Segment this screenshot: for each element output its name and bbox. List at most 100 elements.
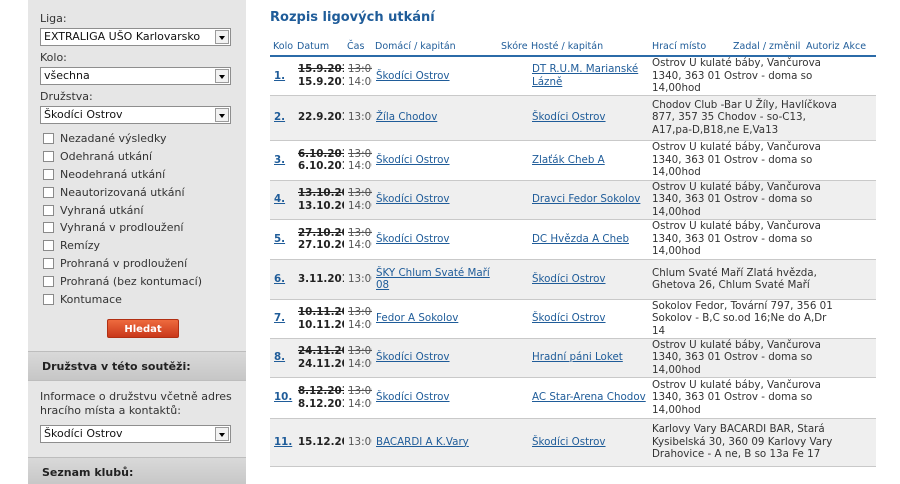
filter-unauthorized[interactable]: Neautorizovaná utkání xyxy=(40,183,234,201)
home-team-link[interactable]: Škodíci Ostrov xyxy=(376,351,450,363)
kolo-cell: 6. xyxy=(270,259,294,300)
match-date: 15.9.2013 xyxy=(298,75,344,88)
filter-forfeits[interactable]: Kontumace xyxy=(40,290,234,308)
home-team-link[interactable]: Žíla Chodov xyxy=(376,111,437,123)
home-team-link[interactable]: Škodíci Ostrov xyxy=(376,193,450,205)
home-team-link[interactable]: Škodíci Ostrov xyxy=(376,391,450,403)
chevron-down-icon[interactable] xyxy=(215,108,229,122)
col-home[interactable]: Domácí / kapitán xyxy=(372,37,498,57)
col-score[interactable]: Skóre xyxy=(498,37,528,57)
col-guest[interactable]: Hosté / kapitán xyxy=(528,37,649,57)
round-link[interactable]: 8. xyxy=(274,351,285,363)
checkbox[interactable] xyxy=(43,133,54,145)
schedule-panel: Rozpis ligových utkání Kolo Datum Čas Do… xyxy=(270,0,900,484)
guest-team-link[interactable]: AC Star-Arena Chodov xyxy=(532,391,646,403)
original-time: 13:00 xyxy=(348,226,372,239)
filter-won[interactable]: Vyhraná utkání xyxy=(40,201,234,219)
round-link[interactable]: 11. xyxy=(274,436,292,448)
checkbox[interactable] xyxy=(43,257,54,269)
team-info-select[interactable]: Škodíci Ostrov xyxy=(40,425,231,443)
actions-cell xyxy=(840,140,877,181)
guest-team-link[interactable]: Škodíci Ostrov xyxy=(532,273,606,285)
match-date: 22.9.2013 xyxy=(298,111,344,124)
round-link[interactable]: 4. xyxy=(274,193,285,205)
home-team-link[interactable]: Škodíci Ostrov xyxy=(376,70,450,82)
home-cell: Fedor A Sokolov xyxy=(372,299,498,339)
score-cell xyxy=(498,418,528,467)
filter-lost[interactable]: Prohraná (bez kontumací) xyxy=(40,272,234,290)
match-time: 14:00 xyxy=(348,160,372,172)
search-button[interactable]: Hledat xyxy=(107,318,179,338)
home-team-link[interactable]: Škodíci Ostrov xyxy=(376,154,450,166)
team-info-select-value: Škodíci Ostrov xyxy=(44,427,123,440)
chevron-down-icon[interactable] xyxy=(215,30,229,44)
checkbox[interactable] xyxy=(43,168,54,180)
filter-lost-overtime[interactable]: Prohraná v prodloužení xyxy=(40,255,234,273)
guest-team-link[interactable]: Zlaťák Cheb A xyxy=(532,154,605,166)
home-team-link[interactable]: ŠKY Chlum Svaté Maří 08 xyxy=(376,267,490,292)
original-time: 13:00 xyxy=(348,147,372,160)
checkbox[interactable] xyxy=(43,204,54,216)
filter-sidebar: Liga: EXTRALIGA UŠO Karlovarsko Kolo: vš… xyxy=(28,0,246,484)
venue-cell: Ostrov U kulaté báby, Vančurova 1340, 36… xyxy=(649,180,841,220)
chevron-down-icon[interactable] xyxy=(215,427,229,441)
original-date: 6.10.2013 xyxy=(298,147,344,160)
guest-team-link[interactable]: Hradní páni Loket xyxy=(532,351,623,363)
table-row: 5.27.10.201327.10.201313:0014:00Škodíci … xyxy=(270,219,877,260)
home-team-link[interactable]: Fedor A Sokolov xyxy=(376,312,458,324)
checkbox[interactable] xyxy=(43,151,54,163)
filter-won-overtime[interactable]: Vyhraná v prodloužení xyxy=(40,219,234,237)
chevron-down-icon[interactable] xyxy=(215,69,229,83)
guest-cell: Dravci Fedor Sokolov xyxy=(528,180,649,220)
guest-team-link[interactable]: Škodíci Ostrov xyxy=(532,312,606,324)
date-cell: 13.10.201313.10.2013 xyxy=(294,180,344,220)
guest-team-link[interactable]: Dravci Fedor Sokolov xyxy=(532,193,640,205)
filter-unentered-results[interactable]: Nezadané výsledky xyxy=(40,130,234,148)
col-datum[interactable]: Datum xyxy=(294,37,344,57)
checkbox[interactable] xyxy=(43,186,54,198)
col-venue[interactable]: Hrací místo xyxy=(649,41,733,52)
teams-in-competition-header: Družstva v této soutěži: xyxy=(28,351,246,381)
time-cell: 13:0014:00 xyxy=(344,56,372,96)
original-time: 13:00 xyxy=(348,187,372,199)
druzstva-select[interactable]: Škodíci Ostrov xyxy=(40,106,231,124)
round-link[interactable]: 3. xyxy=(274,154,285,166)
home-team-link[interactable]: BACARDI A K.Vary xyxy=(376,436,469,448)
kolo-select[interactable]: všechna xyxy=(40,67,231,85)
round-link[interactable]: 2. xyxy=(274,111,285,123)
schedule-table: Kolo Datum Čas Domácí / kapitán Skóre Ho… xyxy=(270,37,877,467)
col-actions[interactable]: Akce xyxy=(840,37,877,57)
original-date: 15.9.2013 xyxy=(298,63,344,76)
guest-team-link[interactable]: Škodíci Ostrov xyxy=(532,436,606,448)
col-kolo[interactable]: Kolo xyxy=(270,37,294,57)
date-cell: 3.11.2013 xyxy=(294,259,344,300)
filter-played[interactable]: Odehraná utkání xyxy=(40,148,234,166)
checkbox[interactable] xyxy=(43,275,54,287)
round-link[interactable]: 10. xyxy=(274,391,292,403)
filter-unplayed[interactable]: Neodehraná utkání xyxy=(40,166,234,184)
checkbox[interactable] xyxy=(43,222,54,234)
guest-team-link[interactable]: Škodíci Ostrov xyxy=(532,111,606,123)
actions-cell xyxy=(840,418,877,467)
checkbox[interactable] xyxy=(43,293,54,305)
round-link[interactable]: 5. xyxy=(274,233,285,245)
home-team-link[interactable]: Škodíci Ostrov xyxy=(376,233,450,245)
guest-team-link[interactable]: DT R.U.M. Marianské Lázně xyxy=(532,63,638,88)
checkbox[interactable] xyxy=(43,240,54,252)
actions-cell xyxy=(840,56,877,96)
col-entered[interactable]: Zadal / změnil xyxy=(733,41,806,52)
round-link[interactable]: 7. xyxy=(274,312,285,324)
filter-draws[interactable]: Remízy xyxy=(40,237,234,255)
date-cell: 15.12.2013 xyxy=(294,418,344,467)
original-time: 13:00 xyxy=(348,385,372,397)
round-link[interactable]: 6. xyxy=(274,273,285,285)
table-header-row: Kolo Datum Čas Domácí / kapitán Skóre Ho… xyxy=(270,37,877,57)
col-venue-group: Hrací místoZadal / změnilAutorizoval xyxy=(649,37,841,57)
team-info-text: Informace o družstvu včetně adres hracíh… xyxy=(40,390,232,417)
col-cas[interactable]: Čas xyxy=(344,37,372,57)
liga-select[interactable]: EXTRALIGA UŠO Karlovarsko xyxy=(40,28,231,46)
guest-team-link[interactable]: DC Hvězda A Cheb xyxy=(532,233,629,245)
filter-label: Vyhraná utkání xyxy=(60,203,144,217)
round-link[interactable]: 1. xyxy=(274,70,285,82)
col-authorized[interactable]: Autorizoval xyxy=(806,41,840,52)
